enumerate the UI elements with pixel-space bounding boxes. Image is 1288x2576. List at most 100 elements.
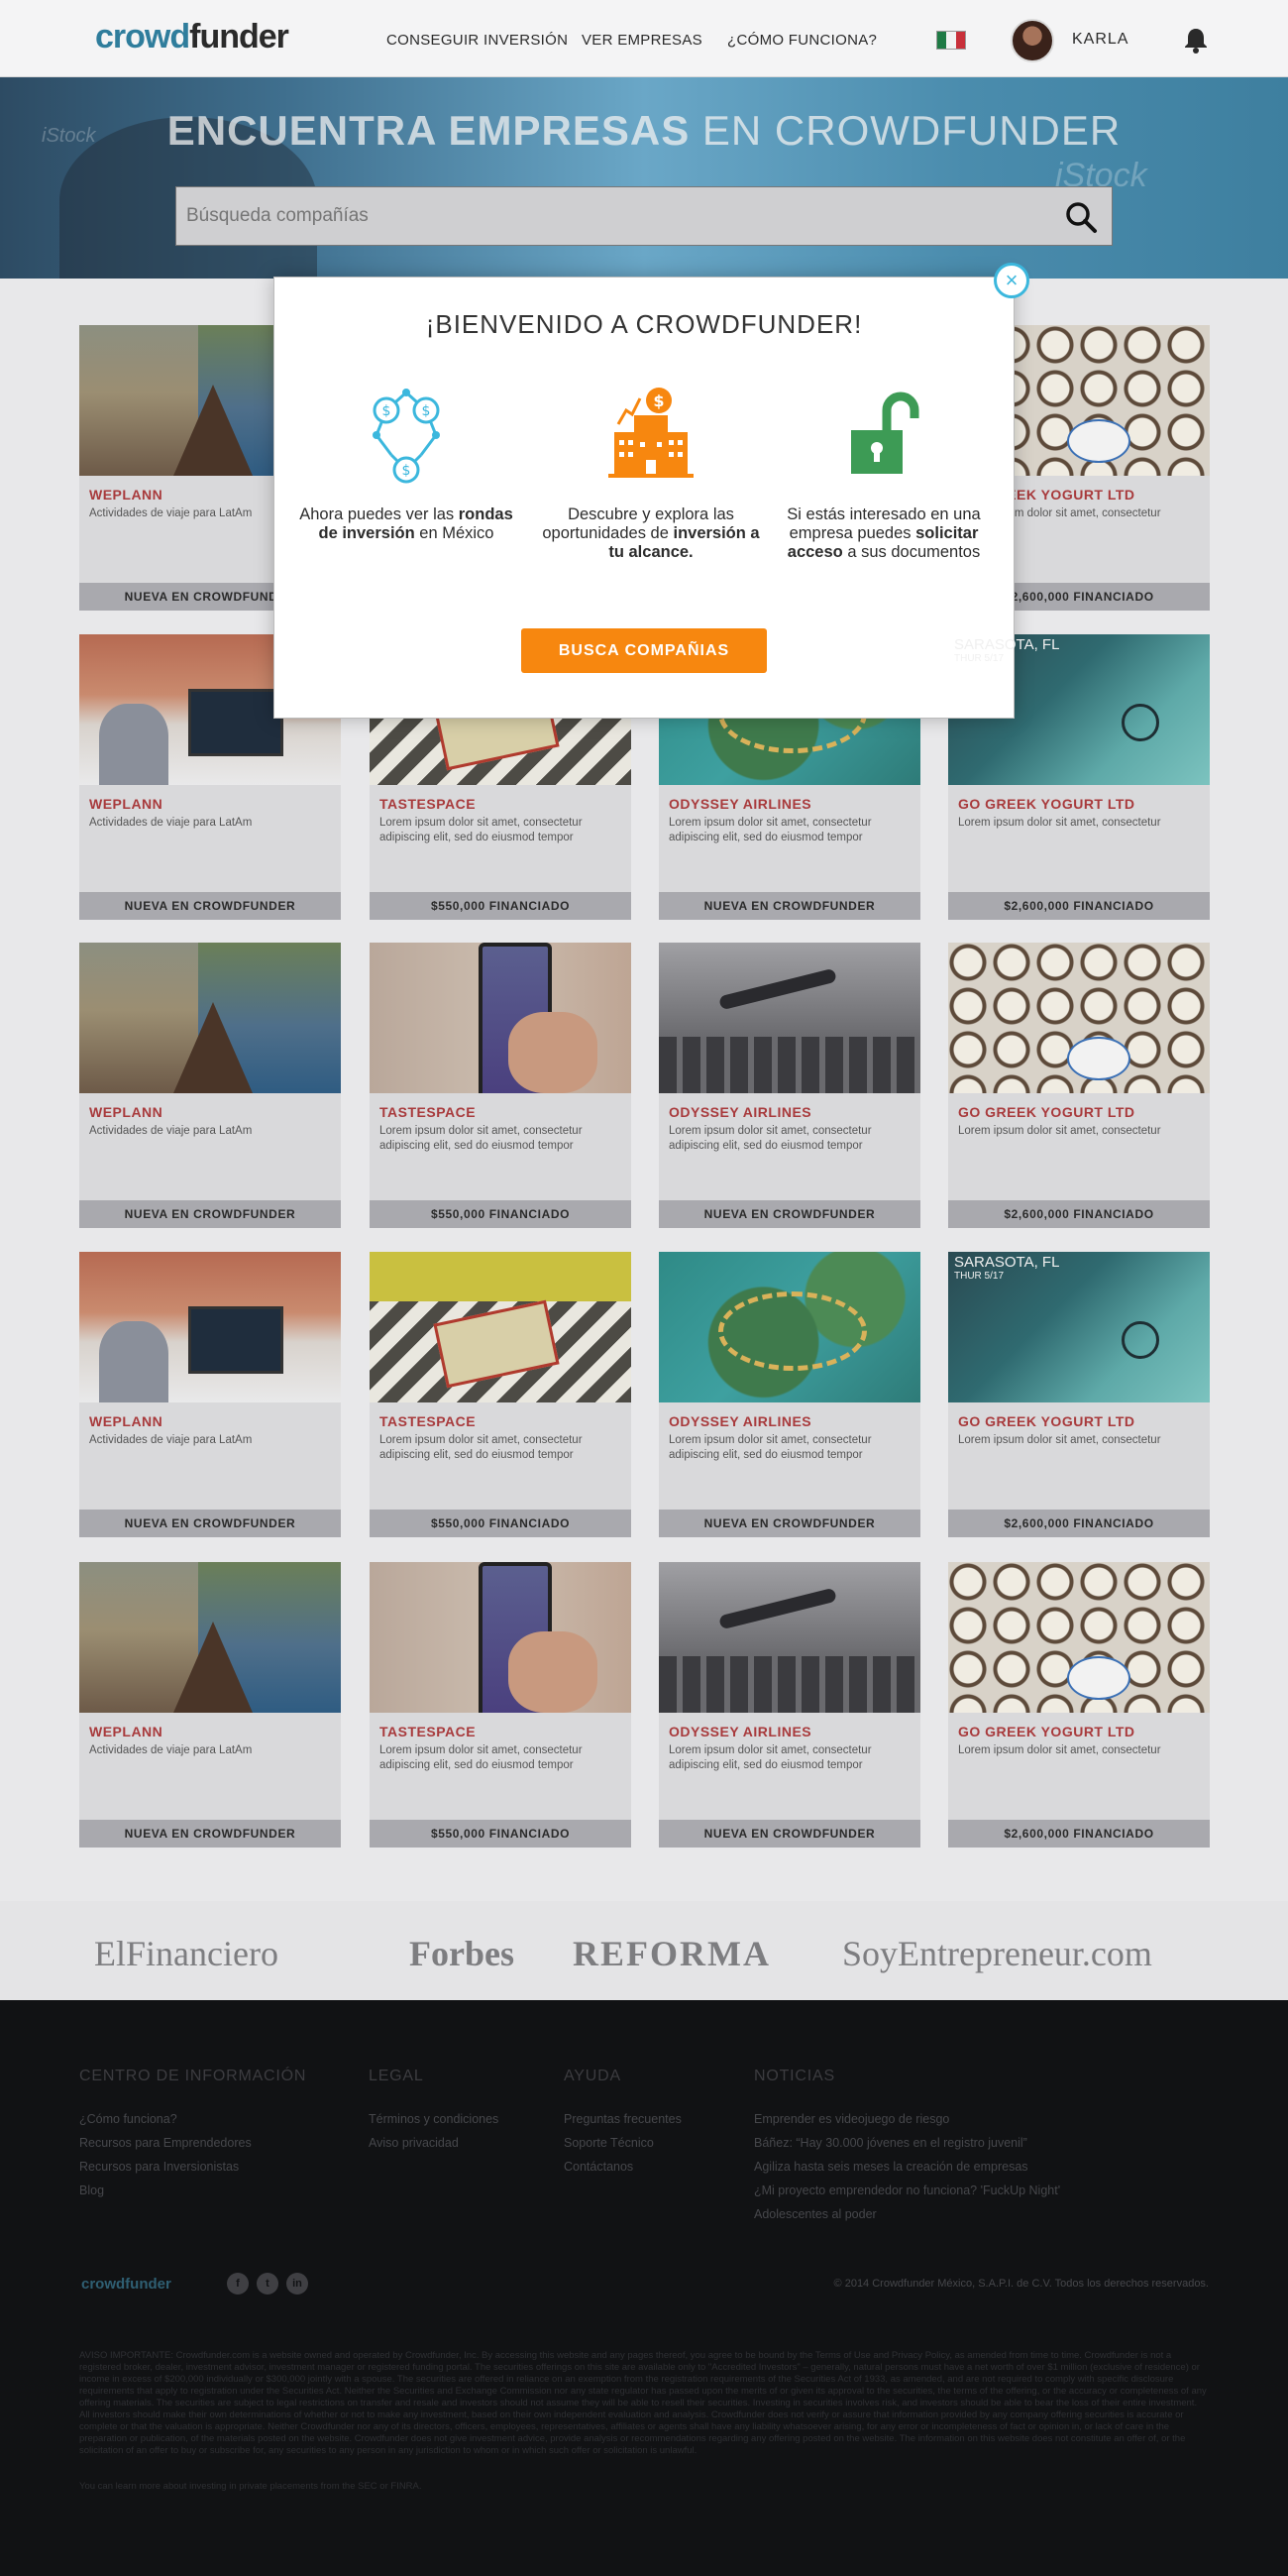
company-name[interactable]: WEPLANN	[89, 796, 162, 812]
company-name[interactable]: TASTESPACE	[379, 796, 476, 812]
footer-news-link[interactable]: Agiliza hasta seis meses la creación de …	[754, 2160, 1028, 2174]
company-card-image[interactable]	[79, 1562, 341, 1713]
modal-feature-access: Si estás interesado en una empresa puede…	[775, 381, 993, 562]
footer-link[interactable]: Términos y condiciones	[369, 2112, 498, 2126]
svg-text:$: $	[382, 403, 391, 419]
company-status-badge: NUEVA EN CROWDFUNDER	[659, 1200, 920, 1228]
company-card-image[interactable]	[948, 1562, 1210, 1713]
press-logo-forbes: Forbes	[409, 1934, 514, 1973]
footer-news-link[interactable]: ¿Mi proyecto emprendedor no funciona? 'F…	[754, 2184, 1060, 2197]
company-card[interactable]: ODYSSEY AIRLINES Lorem ipsum dolor sit am…	[659, 1562, 920, 1848]
footer-link[interactable]: Recursos para Inversionistas	[79, 2160, 239, 2174]
company-card-image[interactable]	[659, 1252, 920, 1402]
facebook-icon[interactable]: f	[227, 2273, 249, 2295]
company-name[interactable]: TASTESPACE	[379, 1724, 476, 1739]
company-card-image[interactable]	[79, 943, 341, 1093]
company-description: Lorem ipsum dolor sit amet, consectetur	[958, 817, 1161, 829]
company-status-badge: NUEVA EN CROWDFUNDER	[79, 892, 341, 920]
company-card-image[interactable]	[659, 1562, 920, 1713]
company-card[interactable]: TASTESPACE Lorem ipsum dolor sit amet, co…	[370, 943, 631, 1228]
company-name[interactable]: TASTESPACE	[379, 1413, 476, 1429]
modal-close-button[interactable]: ×	[994, 263, 1029, 298]
crowdfunder-logo[interactable]: crowdfunder	[95, 18, 289, 56]
company-description: Actividades de viaje para LatAm	[89, 1744, 253, 1756]
company-card-image[interactable]	[370, 1252, 631, 1402]
company-description: Lorem ipsum dolor sit amet, consectetur	[958, 1434, 1161, 1446]
company-name[interactable]: GO GREEK YOGURT LTD	[958, 1413, 1135, 1429]
weather-app-text: SARASOTA, FL THUR 5/17	[954, 1254, 1060, 1282]
company-description: Actividades de viaje para LatAm	[89, 1125, 253, 1137]
footer-heading-ayuda: AYUDA	[564, 2068, 621, 2084]
company-card[interactable]: WEPLANN Actividades de viaje para LatAm NU…	[79, 943, 341, 1228]
footer-news-link[interactable]: Emprender es videojuego de riesgo	[754, 2112, 949, 2126]
modal-title: ¡BIENVENIDO A CROWDFUNDER!	[425, 309, 863, 339]
search-companies-button[interactable]: BUSCA COMPAÑIAS	[521, 628, 767, 673]
company-card-image[interactable]: SARASOTA, FL THUR 5/17	[948, 1252, 1210, 1402]
footer-link[interactable]: Preguntas frecuentes	[564, 2112, 682, 2126]
company-name[interactable]: ODYSSEY AIRLINES	[669, 1724, 811, 1739]
company-card[interactable]: SARASOTA, FL THUR 5/17 GO GREEK YOGURT LTD…	[948, 1252, 1210, 1537]
company-card-image[interactable]	[370, 1562, 631, 1713]
company-status-badge: NUEVA EN CROWDFUNDER	[659, 1820, 920, 1848]
twitter-icon[interactable]: t	[257, 2273, 278, 2295]
footer-link[interactable]: Soporte Técnico	[564, 2136, 654, 2150]
building-money-icon: $	[608, 388, 694, 478]
top-navigation-bar: crowdfunder CONSEGUIR INVERSIÓN VER EMPR…	[0, 0, 1288, 77]
company-name[interactable]: ODYSSEY AIRLINES	[669, 1104, 811, 1120]
company-name[interactable]: TASTESPACE	[379, 1104, 476, 1120]
company-status-badge: $2,600,000 FINANCIADO	[948, 1200, 1210, 1228]
company-card[interactable]: WEPLANN Actividades de viaje para LatAm NU…	[79, 1252, 341, 1537]
user-avatar[interactable]	[1011, 19, 1054, 62]
footer-link[interactable]: Contáctanos	[564, 2160, 633, 2174]
company-card[interactable]: GO GREEK YOGURT LTD Lorem ipsum dolor sit…	[948, 943, 1210, 1228]
company-name[interactable]: WEPLANN	[89, 1413, 162, 1429]
footer-logo[interactable]: crowdfunder	[81, 2276, 171, 2293]
company-search-input[interactable]	[186, 199, 999, 233]
nav-conseguir-inversion[interactable]: CONSEGUIR INVERSIÓN	[386, 32, 568, 49]
modal-feature-rounds: $ $ $ Ahora puedes ver las rondas de inv…	[297, 381, 515, 543]
company-card[interactable]: ODYSSEY AIRLINES Lorem ipsum dolor sit am…	[659, 943, 920, 1228]
company-name[interactable]: WEPLANN	[89, 1724, 162, 1739]
company-status-badge: NUEVA EN CROWDFUNDER	[659, 892, 920, 920]
mexico-flag-icon[interactable]	[936, 31, 966, 50]
company-status-badge: $2,600,000 FINANCIADO	[948, 892, 1210, 920]
footer-link[interactable]: Aviso privacidad	[369, 2136, 459, 2150]
linkedin-icon[interactable]: in	[286, 2273, 308, 2295]
user-name[interactable]: KARLA	[1072, 31, 1128, 49]
company-description: Lorem ipsum dolor sit amet, consectetur …	[379, 1744, 583, 1771]
company-status-badge: NUEVA EN CROWDFUNDER	[79, 1510, 341, 1537]
footer-heading-info: CENTRO DE INFORMACIÓN	[79, 2068, 307, 2084]
company-card[interactable]: GO GREEK YOGURT LTD Lorem ipsum dolor sit…	[948, 1562, 1210, 1848]
company-description: Lorem ipsum dolor sit amet, consectetur	[958, 1744, 1161, 1756]
nav-ver-empresas[interactable]: VER EMPRESAS	[582, 32, 702, 49]
company-card[interactable]: TASTESPACE Lorem ipsum dolor sit amet, co…	[370, 1562, 631, 1848]
search-icon[interactable]	[1064, 200, 1098, 234]
footer-news-link[interactable]: Báñez: “Hay 30.000 jóvenes en el registr…	[754, 2136, 1027, 2150]
company-name[interactable]: WEPLANN	[89, 487, 162, 503]
company-card-image[interactable]	[370, 943, 631, 1093]
company-card-image[interactable]	[948, 943, 1210, 1093]
bell-icon[interactable]	[1181, 25, 1211, 55]
company-description: Lorem ipsum dolor sit amet, consectetur …	[379, 1434, 583, 1461]
company-name[interactable]: ODYSSEY AIRLINES	[669, 1413, 811, 1429]
company-status-badge: $550,000 FINANCIADO	[370, 1820, 631, 1848]
company-card[interactable]: ODYSSEY AIRLINES Lorem ipsum dolor sit am…	[659, 1252, 920, 1537]
company-name[interactable]: ODYSSEY AIRLINES	[669, 796, 811, 812]
company-name[interactable]: GO GREEK YOGURT LTD	[958, 1724, 1135, 1739]
company-card[interactable]: TASTESPACE Lorem ipsum dolor sit amet, co…	[370, 1252, 631, 1537]
company-name[interactable]: WEPLANN	[89, 1104, 162, 1120]
company-card-image[interactable]	[79, 1252, 341, 1402]
company-description: Lorem ipsum dolor sit amet, consectetur …	[379, 1125, 583, 1152]
footer-news-link[interactable]: Adolescentes al poder	[754, 2207, 877, 2221]
company-description: Lorem ipsum dolor sit amet, consectetur …	[669, 1125, 872, 1152]
company-card-image[interactable]	[659, 943, 920, 1093]
company-card[interactable]: WEPLANN Actividades de viaje para LatAm NU…	[79, 1562, 341, 1848]
company-name[interactable]: GO GREEK YOGURT LTD	[958, 796, 1135, 812]
footer-link[interactable]: Recursos para Emprendedores	[79, 2136, 252, 2150]
footer-link[interactable]: Blog	[79, 2184, 104, 2197]
company-status-badge: $550,000 FINANCIADO	[370, 892, 631, 920]
company-name[interactable]: GO GREEK YOGURT LTD	[958, 1104, 1135, 1120]
footer-link[interactable]: ¿Cómo funciona?	[79, 2112, 177, 2126]
nav-como-funciona[interactable]: ¿CÓMO FUNCIONA?	[727, 32, 877, 49]
company-description: Actividades de viaje para LatAm	[89, 817, 253, 829]
